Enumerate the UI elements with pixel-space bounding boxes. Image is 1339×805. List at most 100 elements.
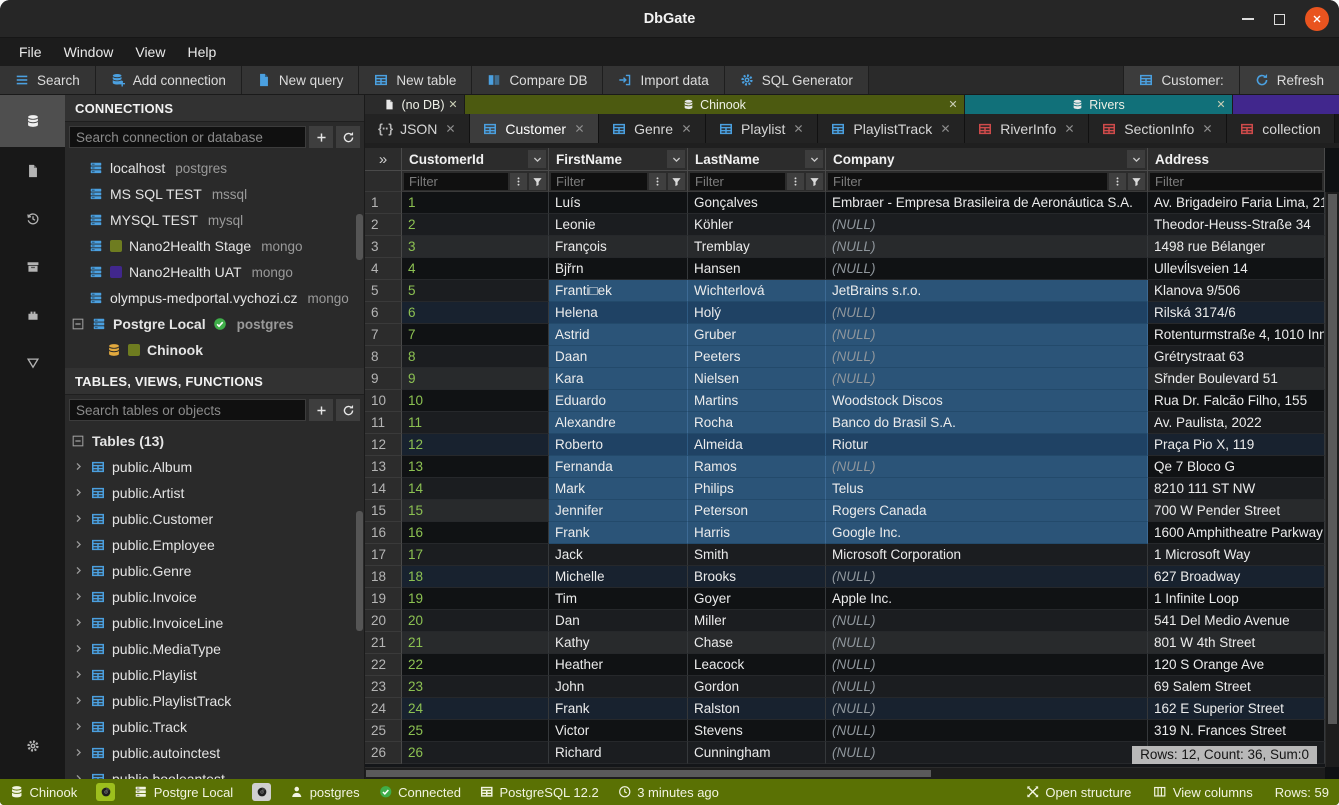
grid-cell[interactable]: Tremblay — [688, 236, 826, 258]
column-header-customerid[interactable]: CustomerId — [402, 148, 549, 171]
grid-cell[interactable]: (NULL) — [826, 258, 1148, 280]
row-number[interactable]: 19 — [365, 588, 402, 610]
grid-cell[interactable]: (NULL) — [826, 324, 1148, 346]
tab-customer[interactable]: Customer — [470, 114, 599, 143]
grid-cell[interactable]: 24 — [402, 698, 549, 720]
table-item[interactable]: public.booleantest — [65, 766, 364, 779]
menu-view[interactable]: View — [124, 38, 176, 66]
grid-cell[interactable]: 15 — [402, 500, 549, 522]
grid-cell[interactable]: Mark — [549, 478, 688, 500]
toolbar-refresh-button[interactable]: Refresh — [1239, 66, 1339, 94]
grid-cell[interactable]: Microsoft Corporation — [826, 544, 1148, 566]
column-header-company[interactable]: Company — [826, 148, 1148, 171]
grid-cell[interactable]: 8210 111 ST NW — [1148, 478, 1325, 500]
table-item[interactable]: public.Invoice — [65, 584, 364, 610]
close-icon[interactable] — [940, 121, 951, 137]
db-group-chinook[interactable]: Chinook — [465, 95, 965, 114]
grid-cell[interactable]: Klanova 9/506 — [1148, 280, 1325, 302]
grid-cell[interactable]: Google Inc. — [826, 522, 1148, 544]
chevron-down-icon[interactable] — [528, 150, 546, 168]
grid-cell[interactable]: Sřnder Boulevard 51 — [1148, 368, 1325, 390]
close-icon[interactable] — [793, 121, 804, 137]
row-number[interactable]: 18 — [365, 566, 402, 588]
grid-cell[interactable]: 7 — [402, 324, 549, 346]
grid-cell[interactable]: Martins — [688, 390, 826, 412]
grid-cell[interactable]: Bjřrn — [549, 258, 688, 280]
grid-cell[interactable]: Heather — [549, 654, 688, 676]
grid-cell[interactable]: Köhler — [688, 214, 826, 236]
refresh-connections-button[interactable] — [336, 126, 360, 148]
grid-cell[interactable]: 25 — [402, 720, 549, 742]
chevron-right-icon[interactable] — [73, 719, 84, 735]
grid-cell[interactable]: Banco do Brasil S.A. — [826, 412, 1148, 434]
chevron-down-icon[interactable] — [667, 150, 685, 168]
tab-json[interactable]: {··}JSON — [365, 114, 470, 143]
grid-cell[interactable]: Av. Brigadeiro Faria Lima, 2170 — [1148, 192, 1325, 214]
menu-help[interactable]: Help — [176, 38, 227, 66]
grid-cell[interactable]: Leacock — [688, 654, 826, 676]
connection-item[interactable]: olympus-medportal.vychozi.czmongo — [65, 285, 364, 311]
row-number[interactable]: 7 — [365, 324, 402, 346]
grid-cell[interactable]: Goyer — [688, 588, 826, 610]
grid-cell[interactable]: 162 E Superior Street — [1148, 698, 1325, 720]
row-number[interactable]: 12 — [365, 434, 402, 456]
menu-file[interactable]: File — [8, 38, 53, 66]
grid-cell[interactable]: Roberto — [549, 434, 688, 456]
grid-cell[interactable]: 9 — [402, 368, 549, 390]
grid-cell[interactable]: Rua Dr. Falcão Filho, 155 — [1148, 390, 1325, 412]
menu-window[interactable]: Window — [53, 38, 125, 66]
grid-cell[interactable]: Qe 7 Bloco G — [1148, 456, 1325, 478]
row-number[interactable]: 24 — [365, 698, 402, 720]
add-table-mini-button[interactable] — [309, 399, 333, 421]
grid-cell[interactable]: Woodstock Discos — [826, 390, 1148, 412]
grid-cell[interactable]: 26 — [402, 742, 549, 764]
filter-input-firstname[interactable] — [551, 173, 647, 190]
chevron-right-icon[interactable] — [73, 771, 84, 779]
filter-input-lastname[interactable] — [690, 173, 785, 190]
grid-cell[interactable]: Rogers Canada — [826, 500, 1148, 522]
row-number[interactable]: 20 — [365, 610, 402, 632]
row-number[interactable]: 25 — [365, 720, 402, 742]
close-icon[interactable] — [1202, 121, 1213, 137]
grid-cell[interactable]: Holý — [688, 302, 826, 324]
grid-cell[interactable]: 8 — [402, 346, 549, 368]
grid-cell[interactable]: Gruber — [688, 324, 826, 346]
table-item[interactable]: public.autoinctest — [65, 740, 364, 766]
grid-cell[interactable]: 1498 rue Bélanger — [1148, 236, 1325, 258]
grid-cell[interactable]: Ullevĺlsveien 14 — [1148, 258, 1325, 280]
status-open-structure[interactable]: Open structure — [1026, 785, 1132, 800]
grid-cell[interactable]: Kathy — [549, 632, 688, 654]
connection-item[interactable]: MS SQL TESTmssql — [65, 181, 364, 207]
grid-cell[interactable]: (NULL) — [826, 302, 1148, 324]
grid-cell[interactable]: 69 Salem Street — [1148, 676, 1325, 698]
grid-corner-button[interactable]: » — [365, 148, 402, 171]
grid-cell[interactable]: Frank — [549, 698, 688, 720]
grid-cell[interactable]: 21 — [402, 632, 549, 654]
connection-item[interactable]: localhostpostgres — [65, 155, 364, 181]
db-group-rivers[interactable]: Rivers — [965, 95, 1233, 114]
grid-cell[interactable]: Chase — [688, 632, 826, 654]
activity-files[interactable] — [0, 147, 65, 195]
toolbar-new-query-button[interactable]: New query — [242, 66, 360, 94]
tab-riverinfo[interactable]: RiverInfo — [965, 114, 1089, 143]
refresh-tables-button[interactable] — [336, 399, 360, 421]
row-number[interactable]: 6 — [365, 302, 402, 324]
activity-settings[interactable] — [0, 739, 65, 753]
connections-search-input[interactable] — [69, 126, 306, 148]
grid-cell[interactable]: Almeida — [688, 434, 826, 456]
grid-cell[interactable]: Rilská 3174/6 — [1148, 302, 1325, 324]
row-number[interactable]: 16 — [365, 522, 402, 544]
filter-input-address[interactable] — [1150, 173, 1322, 190]
add-connection-mini-button[interactable] — [309, 126, 333, 148]
grid-cell[interactable]: 22 — [402, 654, 549, 676]
grid-cell[interactable]: Luís — [549, 192, 688, 214]
chevron-right-icon[interactable] — [73, 589, 84, 605]
close-icon[interactable] — [681, 121, 692, 137]
db-group--no-db-[interactable]: (no DB) — [365, 95, 465, 114]
grid-cell[interactable]: Daan — [549, 346, 688, 368]
close-icon[interactable] — [1216, 98, 1226, 112]
close-icon[interactable] — [445, 121, 456, 137]
grid-cell[interactable]: Frank — [549, 522, 688, 544]
table-item[interactable]: public.PlaylistTrack — [65, 688, 364, 714]
tables-root[interactable]: Tables (13) — [65, 428, 364, 454]
